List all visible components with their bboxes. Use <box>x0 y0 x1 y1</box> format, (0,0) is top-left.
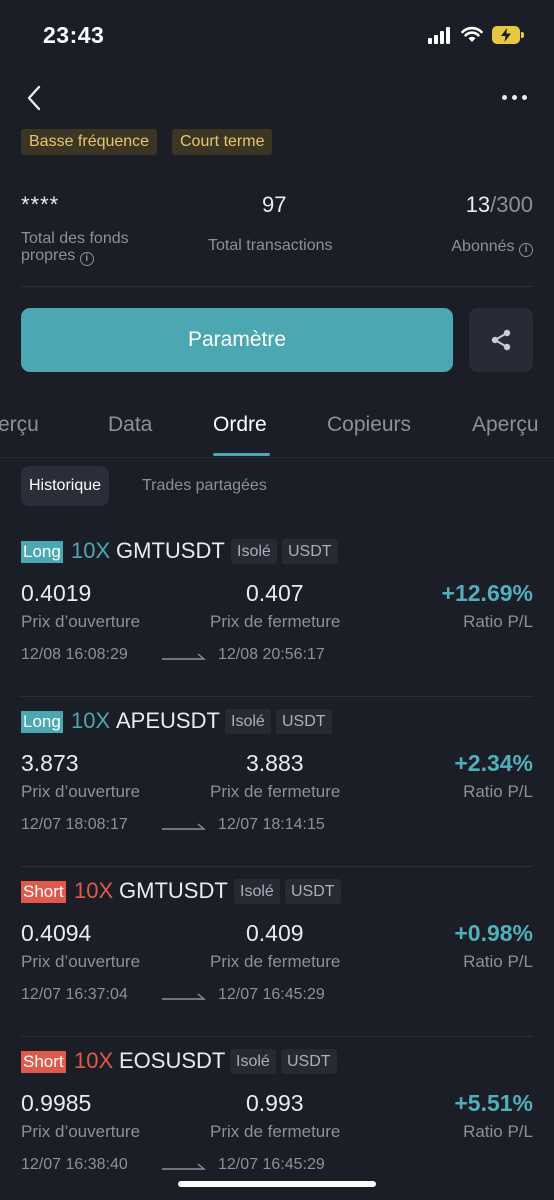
leverage: 10X <box>74 878 114 903</box>
followers-current: 13 <box>465 192 491 217</box>
open-price-label: Prix d’ouverture <box>21 952 141 971</box>
arrow-right-icon <box>162 823 206 830</box>
tag-frequency: Basse fréquence <box>21 129 158 155</box>
close-price-label: Prix de fermeture <box>210 952 341 971</box>
open-price: 0.4019 <box>21 580 92 606</box>
subtab-history[interactable]: Historique <box>21 466 110 506</box>
followers-label[interactable]: Abonnés i <box>451 238 533 257</box>
open-time: 12/08 16:08:29 <box>21 646 128 663</box>
pl-ratio: +2.34% <box>454 750 533 776</box>
pl-ratio: +12.69% <box>441 580 533 606</box>
equity-label[interactable]: Total des fonds propres i <box>21 230 129 266</box>
close-price: 0.407 <box>246 580 304 606</box>
open-price: 3.873 <box>21 750 79 776</box>
margin-chip: Isolé <box>230 1049 276 1074</box>
close-price-label: Prix de fermeture <box>210 1122 341 1141</box>
trade-card[interactable]: Short 10X GMTUSDT Isolé USDT 0.4094 0.40… <box>0 867 554 1037</box>
tab-overview[interactable]: Aperçu <box>472 413 539 437</box>
close-time: 12/08 20:56:17 <box>218 646 325 663</box>
pair: GMTUSDT <box>119 878 228 903</box>
divider <box>21 286 533 287</box>
close-time: 12/07 16:45:29 <box>218 986 325 1003</box>
share-button[interactable] <box>469 308 533 372</box>
close-price: 3.883 <box>246 750 304 776</box>
trade-card[interactable]: Short 10X EOSUSDT Isolé USDT 0.9985 0.99… <box>0 1037 554 1200</box>
ratio-label: Ratio P/L <box>463 612 533 631</box>
settle-chip: USDT <box>285 879 341 904</box>
battery-charging-icon <box>492 26 524 44</box>
ratio-label: Ratio P/L <box>463 1122 533 1141</box>
back-chevron-icon[interactable] <box>24 84 44 112</box>
open-time: 12/07 16:38:40 <box>21 1156 128 1173</box>
tabs-divider <box>0 457 554 458</box>
tab-overview-partial[interactable]: erçu <box>0 413 39 437</box>
margin-chip: Isolé <box>231 539 277 564</box>
home-indicator[interactable] <box>178 1181 376 1187</box>
close-time: 12/07 16:45:29 <box>218 1156 325 1173</box>
open-price: 0.9985 <box>21 1090 92 1116</box>
settle-chip: USDT <box>282 539 338 564</box>
parameter-button[interactable]: Paramètre <box>21 308 453 372</box>
transactions-value: 97 <box>262 192 287 217</box>
open-price: 0.4094 <box>21 920 92 946</box>
close-price: 0.993 <box>246 1090 304 1116</box>
arrow-right-icon <box>162 1163 206 1170</box>
settle-chip: USDT <box>281 1049 337 1074</box>
wifi-icon <box>461 26 483 42</box>
settle-chip: USDT <box>276 709 332 734</box>
open-price-label: Prix d’ouverture <box>21 782 141 801</box>
transactions-label: Total transactions <box>208 237 333 254</box>
open-price-label: Prix d’ouverture <box>21 1122 141 1141</box>
close-price-label: Prix de fermeture <box>210 782 341 801</box>
tab-data[interactable]: Data <box>108 413 152 437</box>
tab-orders[interactable]: Ordre <box>213 413 267 437</box>
equity-label-line2: propres <box>21 247 76 264</box>
share-icon <box>491 329 511 351</box>
equity-value: **** <box>21 192 60 217</box>
ratio-label: Ratio P/L <box>463 782 533 801</box>
close-time: 12/07 18:14:15 <box>218 816 325 833</box>
pl-ratio: +0.98% <box>454 920 533 946</box>
followers-max: /300 <box>490 192 533 217</box>
leverage: 10X <box>74 1048 114 1073</box>
trade-card[interactable]: Long 10X APEUSDT Isolé USDT 3.873 3.883 … <box>0 697 554 867</box>
subtab-shared-trades[interactable]: Trades partagées <box>142 466 267 506</box>
pair: APEUSDT <box>116 708 220 733</box>
cellular-signal-icon <box>428 26 454 44</box>
side-badge: Short <box>21 1051 66 1073</box>
margin-chip: Isolé <box>225 709 271 734</box>
more-dots-icon[interactable] <box>502 95 530 101</box>
equity-label-line1: Total des fonds <box>21 230 129 247</box>
close-price: 0.409 <box>246 920 304 946</box>
leverage: 10X <box>71 708 111 733</box>
active-tab-indicator <box>213 453 270 456</box>
open-time: 12/07 16:37:04 <box>21 986 128 1003</box>
trade-card[interactable]: Long 10X GMTUSDT Isolé USDT 0.4019 0.407… <box>0 527 554 697</box>
ratio-label: Ratio P/L <box>463 952 533 971</box>
leverage: 10X <box>71 538 111 563</box>
pl-ratio: +5.51% <box>454 1090 533 1116</box>
open-time: 12/07 18:08:17 <box>21 816 128 833</box>
tag-term: Court terme <box>172 129 273 155</box>
status-time: 23:43 <box>43 22 105 48</box>
info-icon[interactable]: i <box>79 252 94 266</box>
arrow-right-icon <box>162 993 206 1000</box>
close-price-label: Prix de fermeture <box>210 612 341 631</box>
pair: GMTUSDT <box>116 538 225 563</box>
followers-value: 13/300 <box>466 192 533 218</box>
side-badge: Long <box>21 711 63 733</box>
side-badge: Long <box>21 541 63 563</box>
tab-copiers[interactable]: Copieurs <box>327 413 411 437</box>
arrow-right-icon <box>162 653 206 660</box>
pair: EOSUSDT <box>119 1048 226 1073</box>
followers-label-text: Abonnés <box>451 238 515 255</box>
side-badge: Short <box>21 881 66 903</box>
info-icon[interactable]: i <box>519 243 533 257</box>
margin-chip: Isolé <box>234 879 280 904</box>
open-price-label: Prix d’ouverture <box>21 612 141 631</box>
